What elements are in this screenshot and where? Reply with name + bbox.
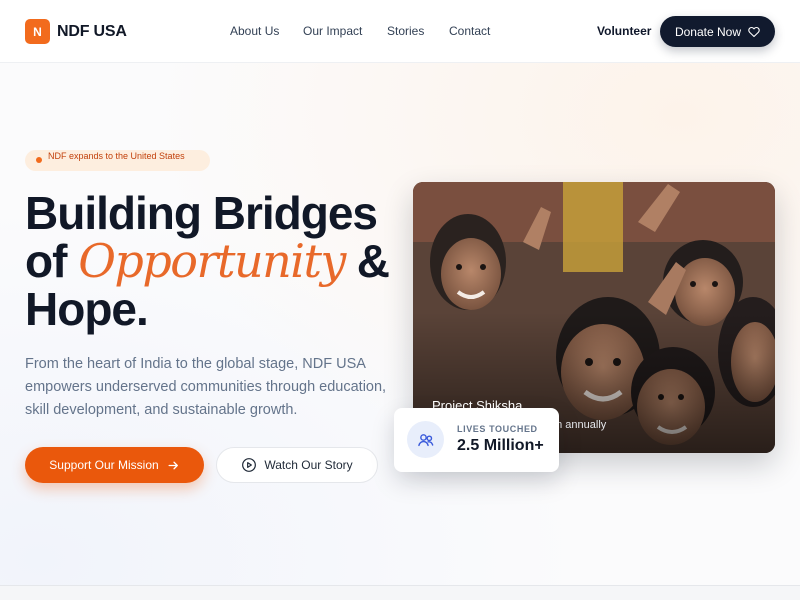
nav-link-contact[interactable]: Contact xyxy=(449,24,490,38)
users-icon xyxy=(417,433,433,446)
volunteer-link[interactable]: Volunteer xyxy=(597,24,651,38)
badge-text: NDF expands to the United States xyxy=(48,151,185,161)
stat-icon-badge xyxy=(407,421,444,458)
nav-link-impact[interactable]: Our Impact xyxy=(303,24,362,38)
stat-label: LIVES TOUCHED xyxy=(457,424,538,434)
hero-headline: Building Bridges of Opportunity & Hope. xyxy=(25,189,405,333)
top-navigation: N NDF USA About Us Our Impact Stories Co… xyxy=(0,0,800,63)
donate-button[interactable]: Donate Now xyxy=(660,16,775,47)
arrow-right-icon xyxy=(168,461,178,469)
nav-link-stories[interactable]: Stories xyxy=(387,24,424,38)
logo-mark: N xyxy=(25,19,50,44)
heart-icon xyxy=(748,26,760,37)
support-mission-label: Support Our Mission xyxy=(49,458,159,472)
watch-story-label: Watch Our Story xyxy=(264,458,353,472)
badge-dot-icon xyxy=(36,157,42,163)
headline-accent: Opportunity xyxy=(78,234,346,288)
play-circle-icon xyxy=(242,458,257,472)
lives-touched-card: LIVES TOUCHED 2.5 Million+ xyxy=(394,408,559,472)
support-mission-button[interactable]: Support Our Mission xyxy=(25,447,204,483)
watch-story-button[interactable]: Watch Our Story xyxy=(216,447,378,483)
announcement-badge[interactable]: NDF expands to the United States xyxy=(25,150,210,171)
logo[interactable]: N NDF USA xyxy=(25,19,127,44)
logo-text: NDF USA xyxy=(57,22,127,40)
stat-value: 2.5 Million+ xyxy=(457,437,544,454)
next-section-edge xyxy=(0,585,800,600)
nav-link-about[interactable]: About Us xyxy=(230,24,279,38)
donate-button-label: Donate Now xyxy=(674,24,742,39)
hero-subtext: From the heart of India to the global st… xyxy=(25,356,387,418)
